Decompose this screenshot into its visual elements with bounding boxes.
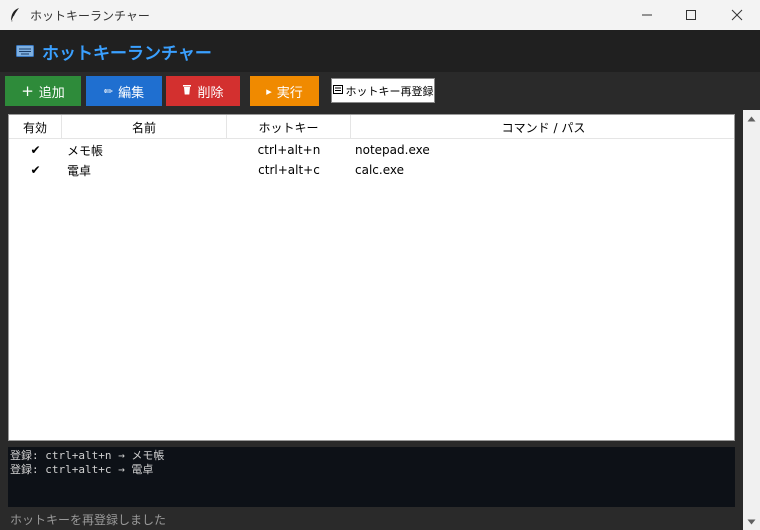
hotkey-table[interactable]: 有効 名前 ホットキー コマンド / パス ✔ メモ帳 ctrl+alt+n n… [8, 114, 735, 441]
status-bar: ホットキーを再登録しました [10, 512, 167, 527]
delete-button[interactable]: 削除 [166, 76, 240, 106]
maximize-icon[interactable] [668, 0, 714, 30]
reregister-button-label: ホットキー再登録 [345, 84, 434, 98]
row-name: メモ帳 [67, 143, 104, 158]
log-line: 登録: ctrl+alt+n → メモ帳 [10, 449, 165, 462]
table-row[interactable]: ✔ 電卓 ctrl+alt+c calc.exe [9, 160, 734, 180]
delete-button-label: 削除 [197, 85, 224, 101]
log-panel[interactable]: 登録: ctrl+alt+n → メモ帳 登録: ctrl+alt+c → 電卓 [8, 447, 735, 507]
edit-button[interactable]: ✏ 編集 [86, 76, 162, 106]
enabled-checkmark: ✔ [30, 163, 41, 177]
keyboard-small-icon [332, 84, 343, 97]
toolbar: + 追加 ✏ 編集 削除 ▸ 実行 ホットキー再登録 [0, 72, 760, 110]
vertical-scrollbar[interactable] [743, 110, 760, 530]
row-hotkey: ctrl+alt+n [257, 143, 321, 157]
minimize-icon[interactable] [624, 0, 670, 30]
enabled-checkmark: ✔ [30, 143, 41, 157]
table-row[interactable]: ✔ メモ帳 ctrl+alt+n notepad.exe [9, 140, 734, 160]
row-command: calc.exe [355, 163, 404, 177]
add-button-label: 追加 [38, 85, 65, 101]
column-header-name[interactable]: 名前 [62, 115, 227, 139]
scroll-up-arrow-icon[interactable] [743, 110, 760, 127]
window-titlebar: ホットキーランチャー [0, 0, 760, 30]
window-title: ホットキーランチャー [30, 8, 150, 23]
log-line: 登録: ctrl+alt+c → 電卓 [10, 463, 154, 476]
scrollbar-track[interactable] [744, 127, 759, 513]
feather-icon [0, 0, 30, 30]
keyboard-icon [16, 44, 34, 58]
run-button-label: 実行 [276, 85, 303, 101]
column-header-enabled[interactable]: 有効 [9, 115, 62, 139]
close-icon[interactable] [714, 0, 760, 30]
page-title: ホットキーランチャー [42, 43, 212, 64]
trash-icon [182, 84, 192, 98]
play-icon: ▸ [266, 84, 272, 98]
app-header: ホットキーランチャー [0, 30, 760, 72]
add-button[interactable]: + 追加 [5, 76, 81, 106]
plus-icon: + [21, 82, 34, 100]
edit-button-label: 編集 [118, 85, 145, 101]
table-header: 有効 名前 ホットキー コマンド / パス [9, 115, 734, 139]
run-button[interactable]: ▸ 実行 [250, 76, 319, 106]
row-hotkey: ctrl+alt+c [258, 163, 320, 177]
reregister-hotkeys-button[interactable]: ホットキー再登録 [331, 78, 435, 103]
column-header-command[interactable]: コマンド / パス [351, 115, 734, 139]
column-header-hotkey[interactable]: ホットキー [227, 115, 351, 139]
scroll-down-arrow-icon[interactable] [743, 513, 760, 530]
pencil-icon: ✏ [103, 84, 114, 98]
row-command: notepad.exe [355, 143, 430, 157]
row-name: 電卓 [67, 163, 92, 178]
